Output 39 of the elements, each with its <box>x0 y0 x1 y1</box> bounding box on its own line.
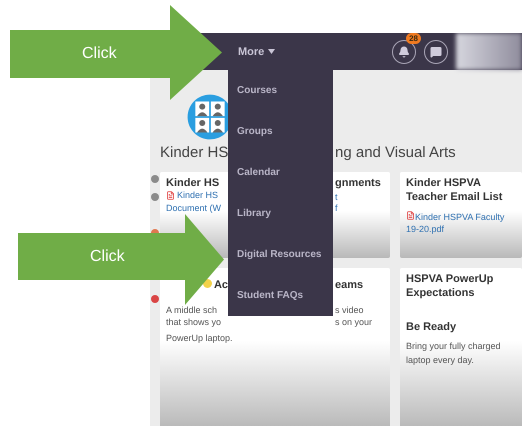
menu-item[interactable]: Groups <box>228 111 333 152</box>
text: A middle sch <box>166 304 218 316</box>
card-title: HSPVA PowerUp Expectations <box>406 272 494 300</box>
caret-icon <box>268 49 276 54</box>
card-title: gnments <box>335 176 381 190</box>
notification-badge: 28 <box>406 33 421 44</box>
page-title: Kinder HS <box>160 144 228 162</box>
file-link[interactable]: t <box>335 192 338 203</box>
menu-item[interactable]: Library <box>228 193 333 234</box>
text: PowerUp laptop. <box>166 332 233 344</box>
bell-icon <box>398 46 410 58</box>
circle-icon <box>151 295 159 303</box>
menu-item[interactable]: Digital Resources <box>228 234 333 275</box>
file-link[interactable]: Kinder HS <box>166 190 228 201</box>
subheading: Be Ready <box>406 321 458 333</box>
text: s video <box>335 304 364 316</box>
card-title: Kinder HS <box>166 176 220 190</box>
text: that shows yo <box>166 316 222 328</box>
card-title: eams <box>335 278 364 292</box>
page-title: ng and Visual Arts <box>335 144 456 162</box>
file-link[interactable]: f <box>335 203 338 214</box>
pdf-icon <box>166 191 175 200</box>
menu-item[interactable]: Calendar <box>228 152 333 193</box>
callout-label: Click <box>82 45 117 63</box>
circle-icon <box>151 175 159 183</box>
text: Bring your fully charged laptop every day. <box>406 340 502 367</box>
menu-item[interactable]: Courses <box>228 70 333 111</box>
text: s on your <box>335 316 372 328</box>
menu-item[interactable]: Student FAQs <box>228 275 333 316</box>
callout-label: Click <box>90 248 125 266</box>
chat-icon <box>430 46 442 58</box>
file-link[interactable]: Kinder HSPVA Faculty 19-20.pdf <box>406 211 516 235</box>
avatar-placeholder <box>456 33 522 70</box>
pdf-icon <box>406 211 415 220</box>
more-menu-button[interactable]: More <box>236 44 278 60</box>
circle-icon <box>151 193 159 201</box>
file-link[interactable]: Document (W <box>166 203 228 214</box>
card-title: Kinder HSPVA Teacher Email List <box>406 176 504 204</box>
messages-button[interactable] <box>424 40 448 64</box>
